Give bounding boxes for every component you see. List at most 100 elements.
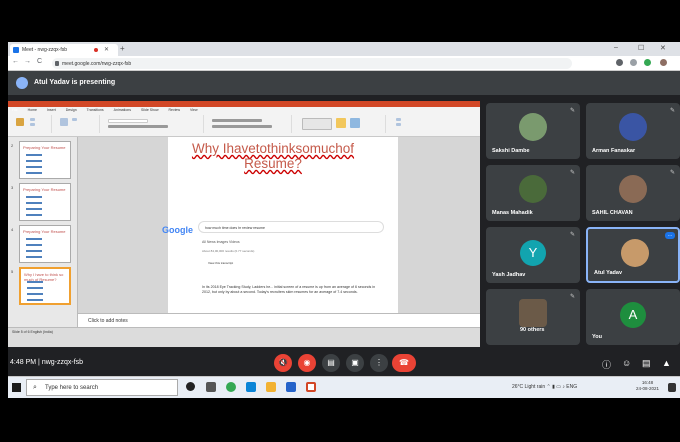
layout-icon[interactable] [72,118,77,121]
font-format-icons[interactable] [108,125,168,128]
ppt-ribbon-tab[interactable]: Slide Show [141,108,159,112]
replace-icon[interactable] [396,123,401,126]
activities-icon[interactable]: ▲ [662,358,671,368]
pin-icon[interactable]: ✎ [670,107,675,114]
participant-name: Sakshi Dambe [492,148,530,154]
info-icon[interactable]: ⓘ [602,358,611,371]
ppt-ribbon-tab[interactable]: Transitions [87,108,104,112]
new-slide-icon[interactable] [60,118,68,126]
result-stats: About 84,00,000 results (0.77 seconds) [202,249,255,253]
chat-icon[interactable]: ▤ [642,358,651,369]
ppt-ribbon-tab[interactable]: Insert [47,108,56,112]
chrome-icon[interactable] [226,382,236,392]
participant-tile[interactable]: ✎ Arman Fanaskar [586,103,680,159]
pin-icon[interactable]: ✎ [570,169,575,176]
participant-tile[interactable]: ✎…Atul Yadav [586,227,680,283]
slide-thumbnail[interactable]: Preparing Your Resume [19,141,71,179]
presenting-bar: Atul Yadav is presenting [8,71,680,95]
participant-name: Atul Yadav [594,270,623,276]
participant-tile[interactable]: ✎ Sakshi Dambe [486,103,580,159]
new-tab-button[interactable]: + [120,44,125,53]
slide-title[interactable]: Why Ihavetothinksomuchof Resume? [178,141,368,171]
maximize-button[interactable]: ☐ [638,44,644,52]
mic-off-button[interactable]: 🔇 [274,354,292,372]
notifications-icon[interactable] [668,383,676,392]
url-field[interactable]: meet.google.com/nwg-zzqx-fsb [52,58,572,69]
slide-thumbnail[interactable]: Preparing Your Resume [19,225,71,263]
arrange-icon[interactable] [336,118,346,128]
weather-label[interactable]: 26°C Light rain [512,384,545,390]
paste-icon[interactable] [16,118,24,126]
ppt-ribbon-tab[interactable]: View [190,108,198,112]
meeting-controls-bar: 4:48 PM | nwg-zzqx-fsb 🔇 ◉ ▤ ▣ ⋮ ☎ ⓘ ☺ ▤… [8,350,680,376]
participant-tile[interactable]: Y ✎ Yash Jadhav [486,227,580,283]
present-button[interactable]: ▣ [346,354,364,372]
extension-icon[interactable] [644,59,651,66]
participant-name: Yash Jadhav [492,272,526,278]
cortana-icon[interactable] [186,382,195,391]
participant-tile[interactable]: ✎ 90 others [486,289,580,345]
list-icons[interactable] [212,119,262,122]
thumbnail-bullet [26,238,42,240]
leave-call-button[interactable]: ☎ [392,354,416,372]
browser-tab[interactable]: Meet - nwg-zzqx-fsb ✕ [10,44,118,56]
powerpoint-icon[interactable] [306,382,316,392]
profile-avatar[interactable] [660,59,667,66]
more-actions-icon[interactable]: … [665,232,675,239]
task-view-icon[interactable] [206,382,216,392]
participant-tile[interactable]: ✎ SAHIL CHAVAN [586,165,680,221]
taskbar-search-box[interactable]: ⌕ Type here to search [26,379,178,396]
camera-indicator-icon[interactable] [616,59,623,66]
participant-tile[interactable]: ✎ Manas Mahadik [486,165,580,221]
ppt-ribbon-tab[interactable]: Review [169,108,180,112]
edge-icon[interactable] [246,382,256,392]
camera-off-button[interactable]: ◉ [298,354,316,372]
store-icon[interactable] [286,382,296,392]
language-label[interactable]: ENG [566,384,577,390]
cut-icon[interactable] [30,118,35,121]
font-group [104,115,204,133]
ppt-ribbon-tab[interactable]: Design [66,108,77,112]
url-text: meet.google.com/nwg-zzqx-fsb [62,61,132,67]
back-button[interactable]: ← [12,58,19,65]
file-explorer-icon[interactable] [266,382,276,392]
taskbar-clock[interactable]: 16:48 24-08-2021 [636,380,659,392]
minimize-button[interactable]: – [614,44,618,51]
reload-button[interactable]: C [37,58,42,65]
quick-styles-icon[interactable] [350,118,360,128]
find-icon[interactable] [396,118,401,121]
captions-button[interactable]: ▤ [322,354,340,372]
pin-icon[interactable]: ✎ [570,231,575,238]
meeting-code: nwg-zzqx-fsb [41,359,84,366]
ppt-ribbon-tab[interactable]: Animations [114,108,131,112]
paragraph-group [208,115,292,133]
pin-icon[interactable]: ✎ [570,107,575,114]
people-icon[interactable]: ☺ [622,358,631,368]
thumbnail-number: 5 [11,269,14,274]
app-window: Meet - nwg-zzqx-fsb ✕ + – ☐ ✕ ← → C meet… [8,42,680,398]
slide-thumbnail[interactable]: Why I have to think so much of Resume? [19,267,71,305]
notes-pane[interactable]: Click to add notes [78,313,480,327]
thumbnail-bullet [26,202,42,204]
thumbnail-title: Preparing Your Resume [23,187,66,192]
address-bar-row: ← → C meet.google.com/nwg-zzqx-fsb [8,56,680,71]
align-icons[interactable] [212,125,272,128]
star-icon[interactable] [630,59,637,66]
slide-thumbnail[interactable]: Preparing Your Resume [19,183,71,221]
windows-start-icon[interactable] [12,383,21,392]
ppt-ribbon-tab[interactable]: File [12,108,18,112]
shapes-gallery[interactable] [302,118,332,130]
pin-icon[interactable]: ✎ [670,169,675,176]
close-window-button[interactable]: ✕ [660,44,666,52]
ppt-ribbon-tab[interactable]: Home [28,108,37,112]
current-slide[interactable]: Why Ihavetothinksomuchof Resume? Google … [162,137,398,313]
pin-icon[interactable]: ✎ [570,293,575,300]
slide-canvas: Why Ihavetothinksomuchof Resume? Google … [78,137,480,313]
meet-favicon-icon [13,47,19,53]
font-name-field[interactable] [108,119,148,123]
participant-tile[interactable]: A You [586,289,680,345]
more-options-button[interactable]: ⋮ [370,354,388,372]
close-tab-icon[interactable]: ✕ [104,46,109,53]
copy-icon[interactable] [30,123,35,126]
forward-button[interactable]: → [24,58,31,65]
